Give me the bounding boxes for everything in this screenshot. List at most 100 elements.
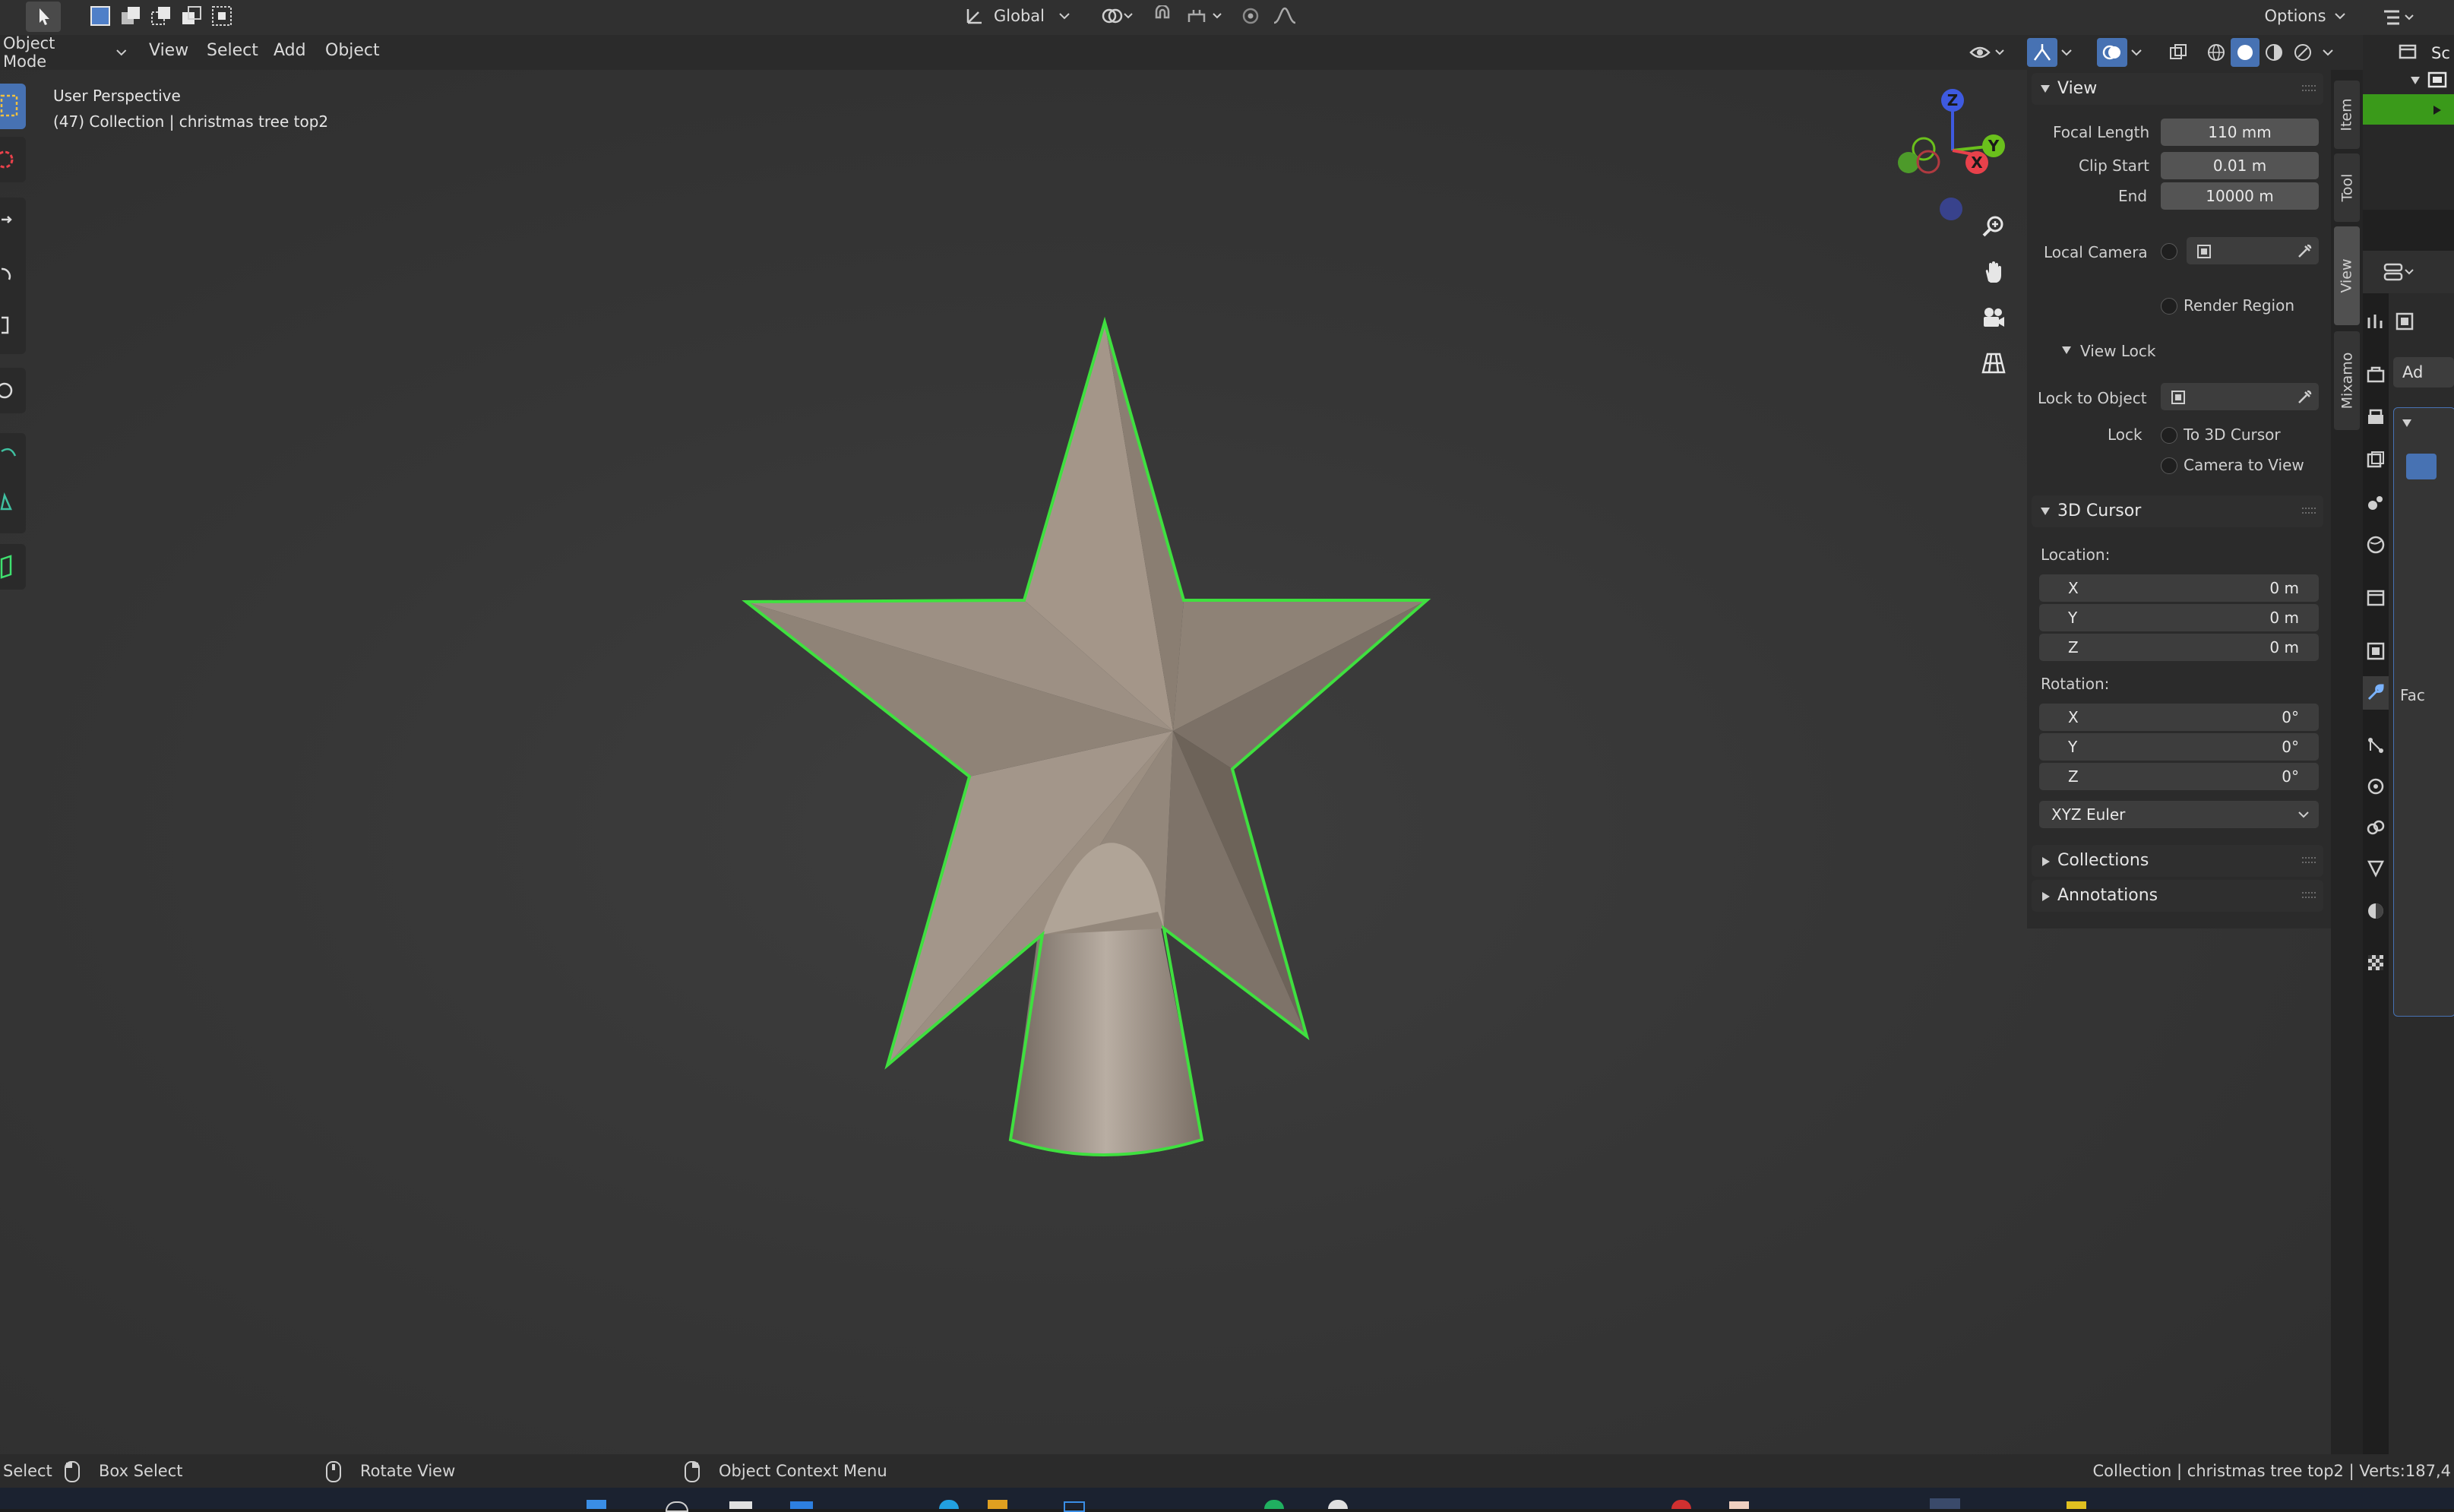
overlays-dropdown[interactable] [2127,38,2146,67]
proportional-editing-toggle[interactable] [1235,2,1266,30]
measure-icon[interactable] [0,489,23,512]
mode-dropdown[interactable]: Object Mode [0,34,128,71]
outliner[interactable]: Sc [2363,35,2454,210]
perspective-toggle-button[interactable] [1978,348,2009,378]
material-icon[interactable] [2366,901,2386,921]
modifier-toggle-button[interactable] [2406,454,2437,479]
christmas-star-object[interactable] [714,298,1444,1255]
clip-end-field[interactable]: 10000 m [2161,182,2319,210]
annotate-icon[interactable] [0,444,23,467]
rotate-icon[interactable] [0,263,23,286]
add-modifier-button[interactable]: Ad [2393,357,2454,387]
transform-orientation-dropdown[interactable]: Global [963,2,1085,30]
menu-add[interactable]: Add [274,41,306,60]
annotations-panel-header[interactable]: Annotations [2032,880,2323,912]
collections-panel-header[interactable]: Collections [2032,845,2323,877]
select-new-button[interactable] [85,2,115,30]
drag-handle-icon[interactable] [2302,856,2317,865]
collapse-arrow-icon[interactable] [2410,76,2421,85]
menu-select[interactable]: Select [207,41,258,60]
taskbar-app-icon[interactable] [729,1501,752,1509]
lock-to-object-field[interactable] [2161,383,2319,410]
physics-icon[interactable] [2366,777,2386,796]
properties-editor-type-icon[interactable] [2383,261,2418,283]
taskbar-app-icon[interactable] [1064,1501,1085,1512]
gizmo-dropdown[interactable] [2057,38,2076,67]
gizmo-toggle[interactable] [2027,38,2057,67]
texture-icon[interactable] [2366,953,2386,973]
start-icon[interactable] [587,1500,606,1509]
rotation-mode-dropdown[interactable]: XYZ Euler [2039,801,2319,828]
select-invert-button[interactable] [176,2,207,30]
rotation-z-field[interactable]: Z 0° [2039,763,2319,790]
menu-object[interactable]: Object [325,41,380,60]
tab-view[interactable]: View [2334,226,2360,325]
tool-settings-icon[interactable] [2366,312,2386,331]
render-icon[interactable] [2366,365,2386,384]
drag-handle-icon[interactable] [2302,506,2317,515]
select-subtract-button[interactable] [146,2,176,30]
search-icon[interactable] [666,1501,688,1512]
drag-handle-icon[interactable] [2302,890,2317,900]
shading-wireframe-button[interactable] [2202,38,2231,67]
scale-icon[interactable] [0,315,23,337]
shading-dropdown[interactable] [2319,38,2337,67]
tab-mixamo[interactable]: Mixamo [2334,331,2360,430]
focal-length-field[interactable]: 110 mm [2161,119,2319,146]
taskbar-app-icon[interactable] [1328,1500,1348,1509]
taskbar-app-icon[interactable] [988,1500,1007,1509]
snap-target-dropdown[interactable] [1182,2,1228,30]
output-icon[interactable] [2366,407,2386,427]
tool-select-box[interactable] [0,84,26,129]
outliner-editor-type-icon[interactable] [2383,8,2418,27]
menu-view[interactable]: View [149,41,188,60]
object-data-icon[interactable] [2366,859,2386,878]
drag-handle-icon[interactable] [2302,84,2317,93]
taskbar-app-icon[interactable] [939,1500,959,1509]
collection-props-icon[interactable] [2366,588,2386,608]
lock-to-3d-cursor-checkbox[interactable] [2161,427,2177,444]
pan-button[interactable] [1978,257,2009,287]
overlays-toggle[interactable] [2097,38,2127,67]
object-props-icon[interactable] [2366,641,2386,661]
modifier-tab-active[interactable] [2363,676,2389,710]
eyedropper-icon[interactable] [2296,243,2313,260]
rotation-y-field[interactable]: Y 0° [2039,733,2319,761]
rotation-x-field[interactable]: X 0° [2039,704,2319,731]
collapse-arrow-icon[interactable] [2060,345,2073,356]
move-icon[interactable] [0,208,23,231]
constraints-icon[interactable] [2366,818,2386,837]
taskbar-app-icon[interactable] [2067,1501,2086,1509]
location-x-field[interactable]: X 0 m [2039,574,2319,602]
scene-icon[interactable] [2366,492,2386,512]
taskbar-app-icon[interactable] [1729,1501,1749,1509]
navigation-gizmo[interactable]: Z Y X [1884,84,2013,281]
3d-viewport[interactable]: User Perspective (47) Collection | chris… [0,70,2363,1454]
shading-rendered-button[interactable] [2288,38,2317,67]
proportional-falloff-dropdown[interactable] [1266,2,1304,30]
xray-toggle[interactable] [2164,38,2193,67]
tool-transform[interactable] [0,368,26,413]
location-y-field[interactable]: Y 0 m [2039,604,2319,631]
taskbar-active-app[interactable] [1930,1498,1960,1509]
visibility-dropdown[interactable] [1965,38,2010,67]
tab-tool[interactable]: Tool [2334,153,2360,222]
render-region-checkbox[interactable] [2161,298,2177,315]
tool-add-cube[interactable] [0,544,26,590]
select-extend-button[interactable] [115,2,146,30]
modifier-panel[interactable]: Fac [2393,407,2454,1017]
view-panel-header[interactable]: View [2032,73,2323,105]
shading-solid-button[interactable] [2231,38,2260,67]
taskbar-app-icon[interactable] [790,1501,813,1509]
local-camera-checkbox[interactable] [2161,243,2177,260]
camera-view-button[interactable] [1978,302,2009,333]
snap-toggle[interactable] [1147,2,1178,30]
location-z-field[interactable]: Z 0 m [2039,634,2319,661]
local-camera-field[interactable] [2187,237,2319,264]
shading-material-button[interactable] [2260,38,2288,67]
select-intersect-button[interactable] [207,2,237,30]
view-lock-title[interactable]: View Lock [2080,342,2155,360]
options-dropdown[interactable]: Options [2260,2,2351,30]
cursor-panel-header[interactable]: 3D Cursor [2032,495,2323,527]
eyedropper-icon[interactable] [2296,389,2313,406]
